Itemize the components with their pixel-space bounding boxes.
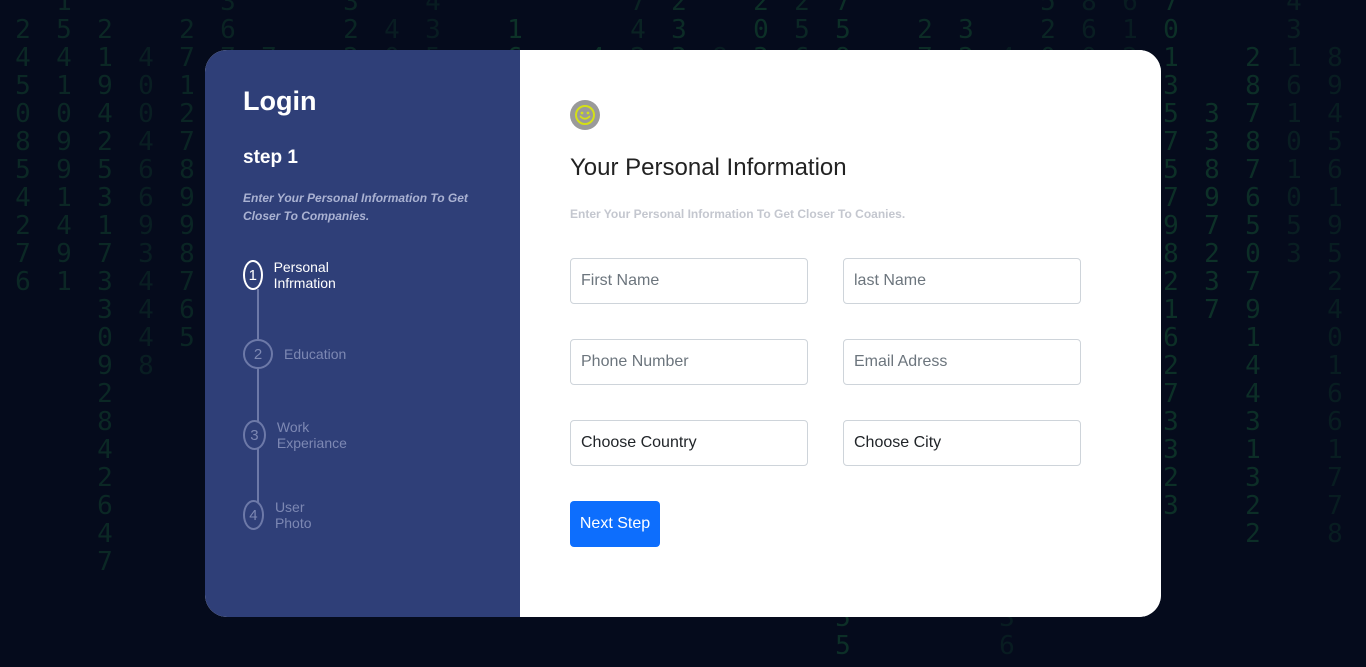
matrix-column: 3 3 8 9 7 2 3 7 — [1204, 99, 1220, 325]
matrix-column: 2 1 9 4 2 5 3 1 7 3 3 0 9 2 8 4 2 6 4 7 — [97, 15, 113, 577]
step-label: User Photo — [274, 499, 312, 531]
first-name-field[interactable] — [570, 258, 808, 304]
step-user-photo[interactable]: 4 User Photo — [243, 499, 321, 531]
matrix-column: 8 9 4 5 6 1 9 5 2 4 0 1 6 6 1 7 7 8 — [1327, 43, 1343, 549]
country-select-value: Choose Country — [581, 434, 697, 451]
main-panel: Your Personal Information Enter Your Per… — [520, 50, 1161, 617]
matrix-column: 2 4 3 1 6 1 0 1 0 5 3 — [1286, 0, 1302, 269]
matrix-column: 7 0 1 3 5 7 5 7 9 8 2 1 6 2 7 3 3 2 3 — [1163, 0, 1179, 521]
next-step-button[interactable]: Next Step — [570, 501, 660, 547]
step-number: 2 — [243, 339, 273, 369]
step-number: 4 — [243, 500, 264, 530]
city-select[interactable]: Choose City — [843, 420, 1081, 466]
step-label: Personal Infrmation — [273, 259, 336, 291]
matrix-column: 6 1 5 4 1 0 9 9 1 4 9 1 — [56, 0, 72, 297]
form-card: Login step 1 Enter Your Personal Informa… — [205, 50, 1161, 617]
step-indicator: step 1 — [243, 147, 298, 168]
page-title: Your Personal Information — [570, 154, 847, 181]
city-select-value: Choose City — [854, 434, 942, 451]
matrix-column: 4 0 0 4 6 6 9 3 4 4 4 8 — [138, 43, 154, 381]
sidebar-title: Login — [243, 86, 317, 116]
email-field[interactable] — [843, 339, 1081, 385]
matrix-column: 2 8 7 8 7 6 5 0 7 9 1 4 4 3 1 3 2 2 — [1245, 43, 1261, 549]
step-number: 3 — [243, 420, 266, 450]
smiley-icon — [570, 100, 600, 130]
step-label: Work Experiance — [276, 419, 347, 451]
phone-number-field[interactable] — [570, 339, 808, 385]
matrix-column: 2 7 1 2 7 8 9 9 8 7 6 5 — [179, 15, 195, 353]
step-personal-information[interactable]: 1 Personal Infrmation — [243, 259, 346, 291]
sidebar-description: Enter Your Personal Information To Get C… — [243, 191, 468, 223]
sidebar: Login step 1 Enter Your Personal Informa… — [205, 50, 520, 617]
page-subtitle: Enter Your Personal Information To Get C… — [570, 207, 906, 221]
step-label: Education — [284, 346, 347, 362]
country-select[interactable]: Choose Country — [570, 420, 808, 466]
matrix-column: 2 4 5 0 8 5 4 2 7 6 — [15, 15, 31, 297]
stepper-line — [257, 289, 259, 509]
step-number: 1 — [243, 260, 263, 290]
step-education[interactable]: 2 Education — [243, 339, 346, 369]
last-name-field[interactable] — [843, 258, 1081, 304]
step-work-experience[interactable]: 3 Work Experiance — [243, 419, 354, 451]
